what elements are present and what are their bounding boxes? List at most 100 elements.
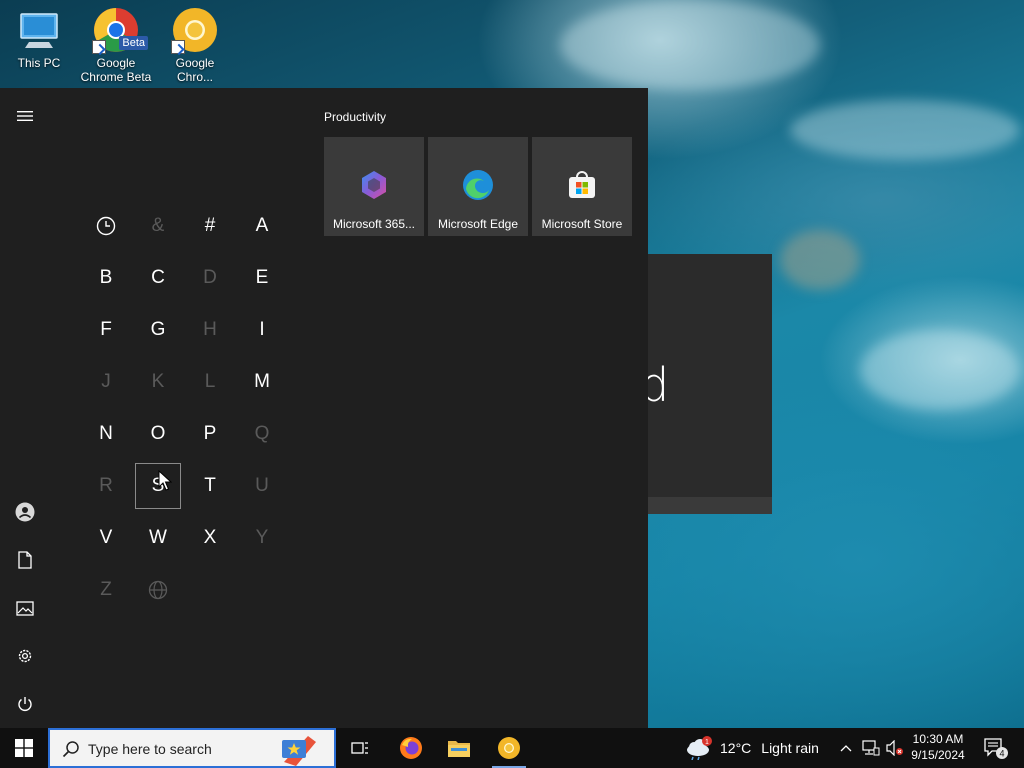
windows-logo-icon: [15, 739, 33, 757]
tile-label: Microsoft Edge: [437, 217, 519, 231]
chrome-canary-icon: [498, 737, 520, 759]
taskbar-file-explorer[interactable]: [438, 728, 480, 768]
jump-letter: R: [99, 475, 113, 496]
desktop-icon-chrome-beta[interactable]: Beta Google Chrome Beta: [77, 6, 155, 84]
tile-group-title: Productivity: [324, 110, 387, 124]
jump-letter: L: [204, 371, 216, 392]
jump-letter[interactable]: W: [132, 512, 184, 564]
jump-letter[interactable]: B: [80, 252, 132, 304]
jump-letter: H: [203, 319, 217, 340]
jump-letter: U: [255, 475, 269, 496]
jump-letter[interactable]: I: [236, 304, 288, 356]
settings-icon: [18, 649, 32, 663]
pictures-icon: [16, 600, 34, 616]
clock-time: 10:30 AM: [912, 732, 964, 746]
start-rail: [0, 88, 50, 728]
pictures-button[interactable]: [0, 585, 50, 631]
wallpaper-highlight: [780, 230, 860, 290]
power-button[interactable]: [0, 681, 50, 727]
wallpaper-highlight: [790, 100, 1020, 160]
shortcut-arrow-icon: [92, 40, 106, 54]
chevron-up-icon: [840, 745, 852, 752]
jump-letter[interactable]: #: [184, 200, 236, 252]
clock-date: 9/15/2024: [911, 748, 965, 762]
jump-letter: K: [151, 371, 165, 392]
weather-rain-cloud-icon: 1: [687, 736, 712, 760]
firefox-icon: [400, 737, 422, 759]
store-icon: [569, 171, 595, 198]
wallpaper-highlight: [860, 330, 1020, 410]
jump-letter: D: [203, 267, 217, 288]
edge-icon: [463, 170, 493, 200]
jump-letter[interactable]: O: [132, 408, 184, 460]
weather-widget[interactable]: 1 12°C Light rain: [684, 728, 824, 768]
jump-letter[interactable]: V: [80, 512, 132, 564]
hamburger-icon: [17, 111, 33, 121]
desktop-icon-chrome-canary[interactable]: Google Chro...: [156, 6, 234, 84]
jump-letter[interactable]: X: [184, 512, 236, 564]
power-icon: [18, 697, 32, 711]
taskbar-firefox[interactable]: [390, 728, 432, 768]
window-status-strip: [640, 497, 772, 514]
search-highlight-icon: [282, 736, 316, 766]
jump-letter-clock[interactable]: [80, 200, 132, 252]
globe-icon: [148, 580, 168, 600]
jump-letter[interactable]: M: [236, 356, 288, 408]
search-placeholder: Type here to search: [88, 741, 212, 757]
taskbar-clock[interactable]: 10:30 AM 9/15/2024: [906, 731, 970, 763]
expand-menu-button[interactable]: [0, 93, 50, 139]
tile-label: Microsoft 365...: [332, 217, 416, 231]
mouse-cursor-icon: [158, 470, 172, 491]
jump-letter: J: [101, 371, 111, 392]
monitor-icon: [15, 6, 63, 54]
clock-icon: [96, 216, 116, 236]
notification-icon: 4: [984, 738, 1008, 759]
jump-letter[interactable]: P: [184, 408, 236, 460]
jump-letter: Y: [255, 527, 269, 548]
shortcut-arrow-icon: [171, 40, 185, 54]
network-icon: [862, 740, 880, 756]
jump-letter: Q: [254, 423, 270, 444]
volume-muted-icon: [886, 740, 903, 756]
desktop-icon-label: This PC: [17, 56, 61, 70]
desktop-icon-label: Google Chro...: [175, 56, 215, 84]
folder-icon: [448, 741, 470, 757]
jump-letter[interactable]: C: [132, 252, 184, 304]
jump-letter[interactable]: E: [236, 252, 288, 304]
taskbar-search-input[interactable]: Type here to search: [48, 728, 336, 768]
weather-temperature: 12°C: [720, 740, 752, 756]
jump-letter[interactable]: T: [184, 460, 236, 512]
user-icon: [15, 502, 35, 522]
settings-button[interactable]: [0, 633, 50, 679]
start-button[interactable]: [0, 728, 48, 768]
task-view-button[interactable]: [340, 728, 380, 768]
jump-letter[interactable]: A: [236, 200, 288, 252]
chrome-beta-icon: Beta: [92, 6, 148, 54]
show-hidden-icons-button[interactable]: [836, 728, 856, 768]
jump-letter: Z: [100, 579, 112, 600]
volume-button[interactable]: [884, 728, 906, 768]
taskbar-chrome-canary[interactable]: [488, 728, 530, 768]
tile-microsoft-365[interactable]: Microsoft 365...: [324, 137, 424, 236]
wallpaper-highlight: [560, 0, 820, 90]
desktop-icon-this-pc[interactable]: This PC: [0, 6, 78, 70]
tile-label: Microsoft Store: [541, 217, 623, 231]
beta-badge: Beta: [119, 36, 148, 50]
chrome-canary-icon: [171, 6, 219, 54]
microsoft-365-icon: [362, 171, 386, 199]
action-center-button[interactable]: 4: [978, 728, 1014, 768]
documents-button[interactable]: [0, 537, 50, 583]
jump-letter[interactable]: G: [132, 304, 184, 356]
jump-letter[interactable]: F: [80, 304, 132, 356]
network-button[interactable]: [860, 728, 882, 768]
weather-condition: Light rain: [761, 740, 819, 756]
search-icon: [62, 741, 79, 758]
document-icon: [18, 551, 32, 569]
jump-letter[interactable]: N: [80, 408, 132, 460]
jump-letter: &: [151, 215, 165, 236]
start-menu: & # A B C D E F G H I J K L M N O P Q R S T U V W X Y Z Productivit…: [0, 88, 648, 728]
user-account-button[interactable]: [0, 489, 50, 535]
desktop-icon-label: Google Chrome Beta: [80, 56, 152, 84]
tile-microsoft-store[interactable]: Microsoft Store: [532, 137, 632, 236]
tile-microsoft-edge[interactable]: Microsoft Edge: [428, 137, 528, 236]
